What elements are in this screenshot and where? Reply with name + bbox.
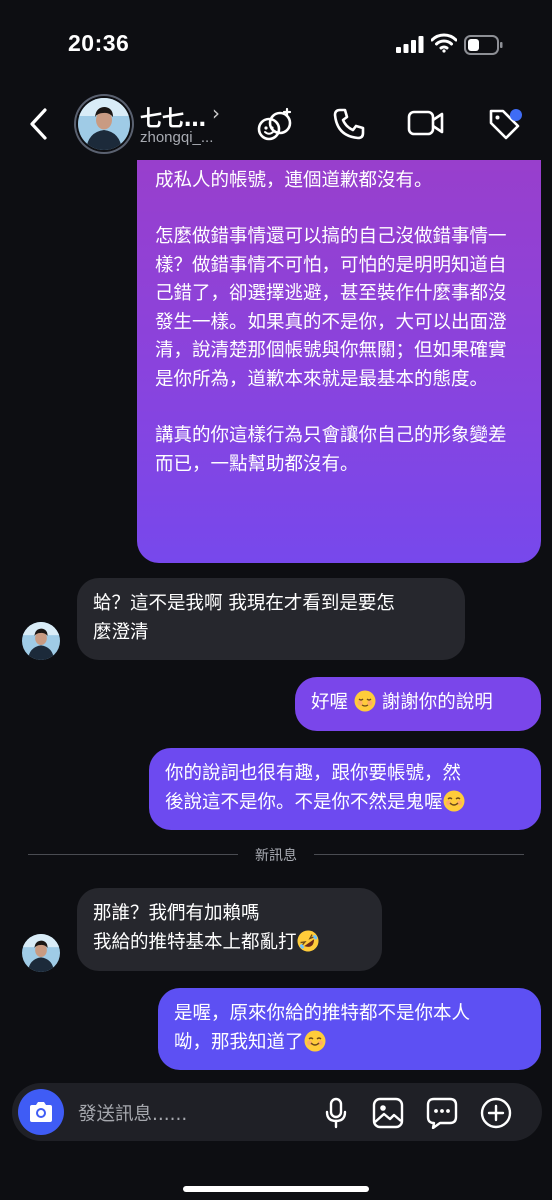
tag-icon[interactable] [488, 107, 524, 141]
effects-icon[interactable] [256, 107, 294, 143]
phone-icon[interactable] [332, 107, 366, 141]
smiling-face-emoji-icon [443, 790, 465, 812]
microphone-icon[interactable] [324, 1097, 348, 1129]
home-indicator [183, 1186, 369, 1192]
contact-avatar-small[interactable] [22, 934, 60, 972]
message-line: 後說這不是你。不是你不然是鬼喔 [165, 791, 443, 813]
message-paragraph: 怎麼做錯事情還可以搞的自己沒做錯事情一樣？做錯事情不可怕，可怕的是明明知道自己錯… [155, 226, 507, 390]
wifi-icon [431, 33, 457, 53]
camera-icon [30, 1102, 52, 1122]
message-composer: 發送訊息...... [12, 1083, 542, 1141]
contact-avatar-small[interactable] [22, 622, 60, 660]
back-arrow-icon[interactable] [28, 107, 50, 141]
message-line: 呦，那我知道了 [174, 1031, 304, 1053]
add-icon[interactable] [480, 1097, 512, 1129]
message-text: 好喔 [311, 692, 349, 713]
status-time: 20:36 [68, 30, 130, 56]
message-line: 麼澄清 [93, 621, 149, 643]
relieved-face-emoji-icon [354, 690, 376, 712]
message-line: 你的說詞也很有趣，跟你要帳號，然 [165, 763, 462, 784]
video-call-icon[interactable] [407, 107, 445, 139]
incoming-message[interactable]: 那誰？我們有加賴嗎 我給的推特基本上都亂打 [77, 888, 382, 971]
message-line: 是喔，原來你給的推特都不是你本人 [174, 1003, 471, 1024]
message-text: 謝謝你的說明 [381, 692, 493, 713]
divider-line [314, 854, 524, 855]
outgoing-message[interactable]: 之前的內容都刪除，換了大頭照跟名字，改成私人的帳號，連個道歉都沒有。 怎麼做錯事… [137, 120, 541, 563]
rolling-laughing-emoji-icon [297, 930, 319, 952]
message-line: 蛤？這不是我啊 我現在才看到是要怎 [93, 593, 395, 614]
sticker-icon[interactable] [426, 1097, 458, 1129]
contact-username[interactable]: zhongqi_... [140, 129, 213, 146]
incoming-message[interactable]: 蛤？這不是我啊 我現在才看到是要怎 麼澄清 [77, 578, 465, 660]
camera-button[interactable] [18, 1089, 64, 1135]
status-bar: 20:36 [0, 0, 552, 90]
cellular-signal-icon [396, 36, 424, 53]
message-line: 那誰？我們有加賴嗎 [93, 903, 260, 924]
battery-icon [464, 35, 503, 55]
message-line: 我給的推特基本上都亂打 [93, 931, 297, 953]
new-messages-divider: 新訊息 [28, 845, 524, 865]
contact-avatar[interactable] [78, 98, 130, 150]
message-paragraph: 講真的你這樣行為只會讓你自己的形象變差而已，一點幫助都沒有。 [155, 425, 507, 475]
profile-chevron-icon[interactable]: › [212, 101, 220, 125]
outgoing-message[interactable]: 是喔，原來你給的推特都不是你本人 呦，那我知道了 [158, 988, 541, 1070]
divider-label: 新訊息 [255, 848, 297, 864]
gallery-icon[interactable] [372, 1097, 404, 1129]
outgoing-message[interactable]: 好喔 謝謝你的說明 [295, 677, 541, 731]
outgoing-message[interactable]: 你的說詞也很有趣，跟你要帳號，然 後說這不是你。不是你不然是鬼喔 [149, 748, 541, 830]
chat-header: 七七… › zhongqi_... [0, 95, 552, 155]
smiling-face-emoji-icon [304, 1030, 326, 1052]
message-input[interactable]: 發送訊息...... [78, 1100, 187, 1126]
